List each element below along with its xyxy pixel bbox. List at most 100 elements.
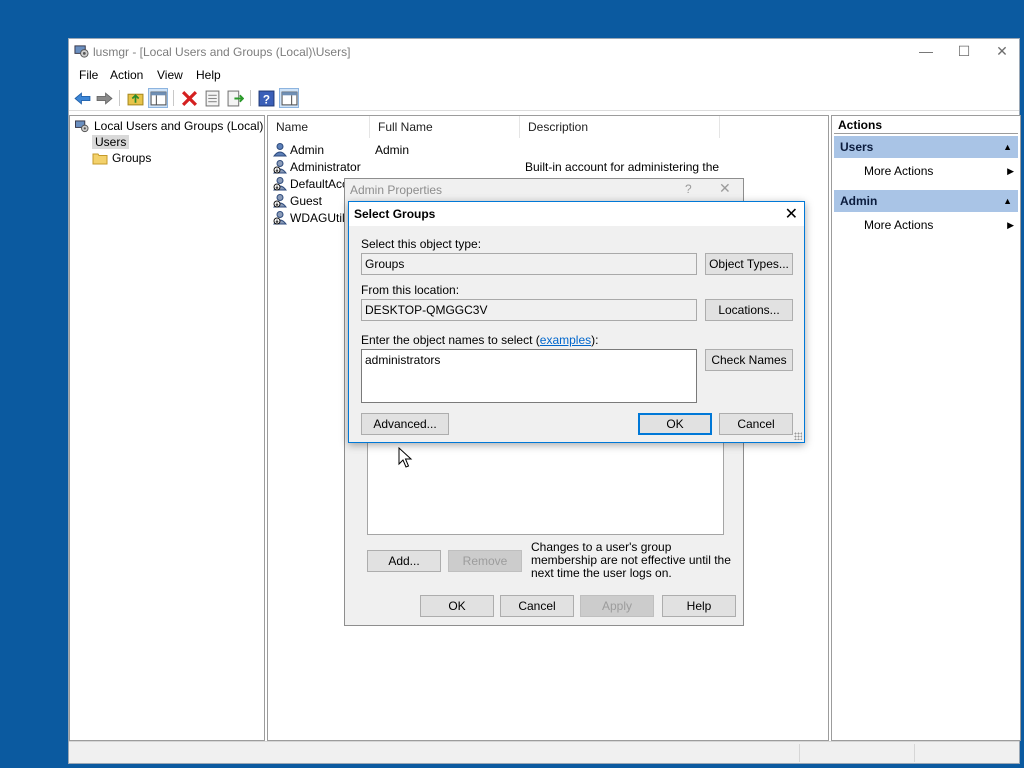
row-name: Admin — [290, 143, 325, 157]
location-label: From this location: — [361, 283, 460, 297]
show-hide-action-pane-icon — [281, 91, 297, 105]
submenu-arrow-icon: ▶ — [1007, 166, 1014, 176]
disabled-user-icon — [272, 194, 288, 208]
collapse-up-icon[interactable]: ▲ — [1003, 190, 1012, 212]
admin-more-actions[interactable]: More Actions ▶ — [864, 216, 1016, 234]
apply-button[interactable]: Apply — [580, 595, 654, 617]
ok-button[interactable]: OK — [420, 595, 494, 617]
show-hide-action-pane-button[interactable] — [279, 88, 299, 108]
actions-pane: Actions Users ▲ More Actions ▶ Admin ▲ M… — [831, 115, 1021, 741]
check-names-button[interactable]: Check Names — [705, 349, 793, 371]
tree-item-groups-label: Groups — [112, 151, 152, 165]
properties-icon — [205, 90, 219, 106]
minimize-button[interactable]: — — [907, 39, 945, 65]
show-hide-tree-button[interactable] — [148, 88, 168, 108]
menu-view[interactable]: View — [157, 68, 183, 82]
collapse-up-icon[interactable]: ▲ — [1003, 136, 1012, 158]
actions-title: Actions — [834, 118, 1018, 134]
disabled-user-icon — [272, 211, 288, 225]
more-actions-label: More Actions — [864, 218, 934, 232]
object-names-input[interactable]: administrators — [361, 349, 697, 403]
window-title: lusmgr - [Local Users and Groups (Local)… — [93, 45, 351, 59]
svg-text:?: ? — [262, 93, 269, 106]
help-question-icon[interactable]: ? — [685, 182, 692, 196]
toolbar-separator — [119, 90, 120, 106]
table-row[interactable]: Administrator Built-in account for admin… — [272, 158, 722, 175]
add-button[interactable]: Add... — [367, 550, 441, 572]
object-type-label: Select this object type: — [361, 237, 482, 251]
row-name: Administrator — [290, 160, 361, 174]
location-field: DESKTOP-QMGGC3V — [361, 299, 697, 321]
folder-icon — [92, 153, 108, 164]
title-bar: lusmgr - [Local Users and Groups (Local)… — [69, 39, 1019, 65]
menu-file[interactable]: File — [79, 68, 98, 82]
membership-note: Changes to a user's group membership are… — [531, 540, 731, 580]
toolbar-separator — [250, 90, 251, 106]
close-button[interactable]: ✕ — [983, 39, 1021, 65]
desktop-background — [0, 0, 68, 768]
column-header-description[interactable]: Description — [520, 116, 720, 138]
export-list-button[interactable] — [225, 88, 245, 108]
back-button[interactable] — [72, 88, 92, 108]
status-bar-divider — [799, 744, 800, 762]
cancel-button[interactable]: Cancel — [500, 595, 574, 617]
close-icon[interactable]: ✕ — [719, 180, 731, 197]
column-header-full-name[interactable]: Full Name — [370, 116, 520, 138]
delete-button[interactable] — [179, 88, 199, 108]
properties-button[interactable] — [202, 88, 222, 108]
tree-root[interactable]: Local Users and Groups (Local) — [74, 118, 263, 134]
user-icon — [272, 143, 288, 157]
select-groups-title: Select Groups — [354, 207, 436, 221]
users-more-actions[interactable]: More Actions ▶ — [864, 162, 1016, 180]
object-type-field: Groups — [361, 253, 697, 275]
tree-item-groups[interactable]: Groups — [92, 150, 151, 166]
status-bar — [69, 741, 1019, 763]
ok-button[interactable]: OK — [638, 413, 712, 435]
object-names-label-prefix: Enter the object names to select ( — [361, 333, 540, 347]
forward-button[interactable] — [94, 88, 114, 108]
back-icon — [73, 91, 90, 105]
object-names-label: Enter the object names to select (exampl… — [361, 333, 598, 347]
toolbar-separator — [173, 90, 174, 106]
actions-section-users-label: Users — [840, 140, 874, 154]
actions-section-users[interactable]: Users ▲ — [834, 136, 1018, 158]
forward-icon — [96, 91, 113, 105]
remove-button[interactable]: Remove — [448, 550, 522, 572]
table-row[interactable]: Admin Admin — [272, 141, 722, 158]
cancel-button[interactable]: Cancel — [719, 413, 793, 435]
resize-grip[interactable] — [794, 432, 802, 440]
toolbar: ? — [69, 85, 1019, 111]
select-groups-title-bar: Select Groups ✕ — [349, 202, 804, 226]
console-tree-pane: Local Users and Groups (Local) Users Gro… — [69, 115, 265, 741]
actions-section-admin-label: Admin — [840, 194, 878, 208]
submenu-arrow-icon: ▶ — [1007, 220, 1014, 230]
up-one-level-button[interactable] — [125, 88, 145, 108]
actions-section-admin[interactable]: Admin ▲ — [834, 190, 1018, 212]
status-bar-divider — [914, 744, 915, 762]
menu-bar: File Action View Help — [69, 65, 1019, 85]
show-hide-tree-icon — [150, 91, 166, 105]
disabled-user-icon — [272, 160, 288, 174]
computer-management-icon — [74, 45, 89, 58]
close-icon[interactable]: ✕ — [785, 204, 798, 224]
help-icon: ? — [258, 90, 274, 106]
menu-action[interactable]: Action — [110, 68, 143, 82]
delete-icon — [181, 90, 197, 106]
menu-help[interactable]: Help — [196, 68, 221, 82]
maximize-button[interactable]: ☐ — [945, 39, 983, 65]
member-of-list[interactable] — [367, 441, 724, 535]
help-button[interactable]: ? — [256, 88, 276, 108]
column-header-name[interactable]: Name — [268, 116, 370, 138]
up-folder-icon — [127, 93, 143, 105]
row-full-name: Admin — [375, 143, 410, 157]
tree-item-users-label: Users — [92, 135, 130, 149]
locations-button[interactable]: Locations... — [705, 299, 793, 321]
advanced-button[interactable]: Advanced... — [361, 413, 449, 435]
tree-item-users[interactable]: Users — [92, 134, 130, 150]
tree-root-label: Local Users and Groups (Local) — [94, 119, 264, 133]
examples-link[interactable]: examples — [540, 333, 591, 347]
export-list-icon — [227, 90, 244, 106]
help-button[interactable]: Help — [662, 595, 736, 617]
object-types-button[interactable]: Object Types... — [705, 253, 793, 275]
computer-management-icon — [75, 119, 89, 132]
